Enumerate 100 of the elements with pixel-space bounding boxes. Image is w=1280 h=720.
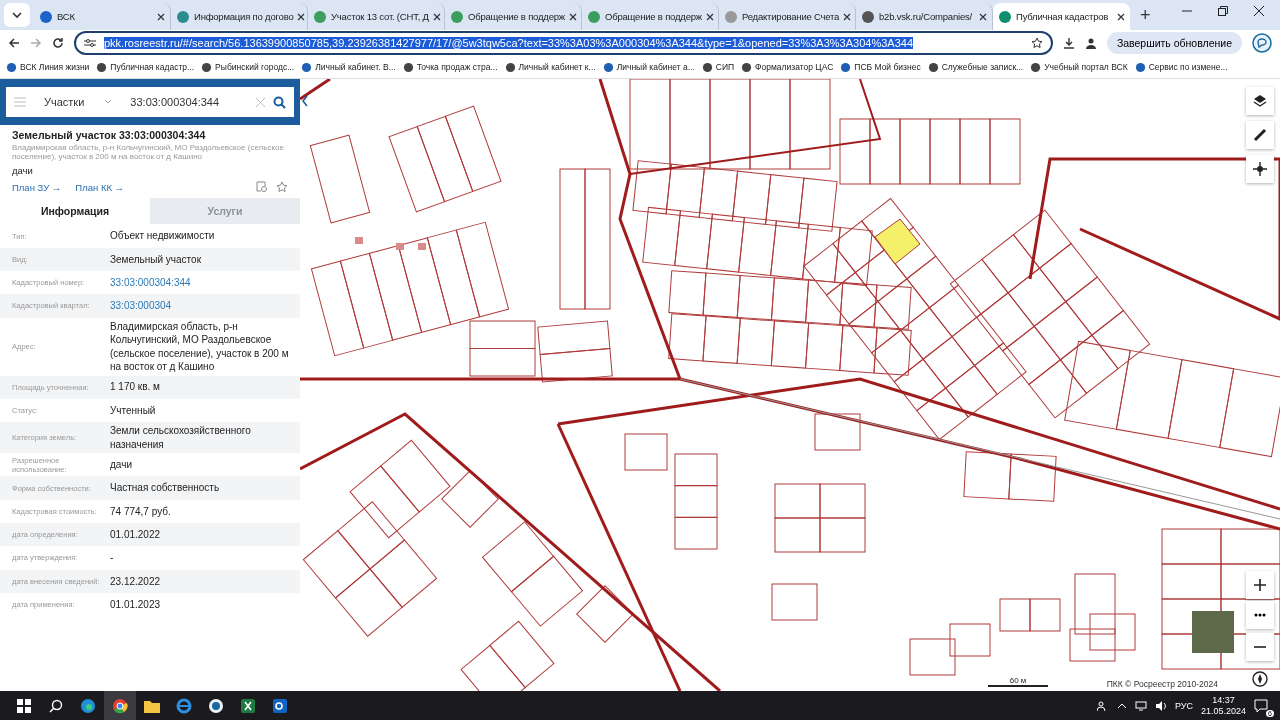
bookmark[interactable]: Точка продаж стра... — [402, 61, 498, 73]
close-icon[interactable] — [432, 12, 441, 21]
chevron-down-icon — [12, 11, 22, 19]
search-field[interactable]: 33:03:000304:344 — [130, 96, 248, 108]
chrome-app-button[interactable] — [104, 691, 136, 720]
parcel-address: Владимирская область, р-н Кольчугинский, МО Раздольевское (сельское поселение), участок в 200 м на восток от д Кашино — [11, 143, 285, 162]
site-icon — [450, 9, 464, 24]
field-value: Частная собственность — [110, 481, 221, 496]
crosshair-icon — [1253, 162, 1267, 176]
close-icon[interactable] — [297, 12, 306, 21]
field-value: Владимирская область, р-н Кольчугинский, МО Раздольевское (сельское поселение), участок в 200 м на восток от д Кашино — [110, 319, 290, 375]
letter-e-icon — [176, 698, 192, 714]
site-icon — [998, 9, 1012, 24]
chat-icon[interactable] — [1252, 33, 1272, 53]
bookmark[interactable]: Личный кабинет к... — [504, 61, 596, 73]
zoom-in-button[interactable] — [1246, 571, 1274, 599]
close-icon[interactable] — [569, 12, 577, 21]
profile-icon[interactable] — [1084, 37, 1097, 49]
field-value: 23.12.2022 — [110, 574, 162, 589]
site-icon — [176, 9, 190, 24]
field-value: 1 170 кв. м — [110, 380, 161, 395]
site-icon — [313, 9, 327, 24]
chevron-up-icon[interactable] — [1116, 703, 1127, 709]
site-icon — [724, 9, 738, 24]
parcel-title: Земельный участок 33:03:000304:344 — [11, 128, 207, 143]
bookmark[interactable]: ВСК Линия жизни — [6, 61, 90, 73]
satellite-thumbnail[interactable] — [1192, 611, 1234, 653]
close-icon[interactable] — [1254, 6, 1264, 16]
field-value: дачи — [110, 458, 133, 473]
parcel-use: дачи — [11, 164, 34, 177]
plan-link[interactable]: План КК → — [75, 181, 125, 193]
circle-app-icon — [208, 698, 224, 714]
field-value: 74 774,7 руб. — [110, 504, 172, 519]
zoom-out-button[interactable] — [1246, 633, 1274, 661]
close-icon[interactable] — [1117, 12, 1125, 21]
layers-icon — [1253, 94, 1267, 108]
spreadsheet-icon — [240, 698, 256, 714]
field-value: Земли сельскохозяйственного назначения — [110, 424, 252, 452]
field-value: 01.01.2023 — [110, 597, 162, 612]
field-value: Земельный участок — [110, 252, 202, 267]
language-indicator[interactable]: РУС — [1174, 701, 1193, 711]
bookmark[interactable]: СИП — [701, 61, 735, 73]
address-field[interactable]: pkk.rosreestr.ru/#/search/56.13639900850785,39.23926381427977/17/@5w3tqw5ca?text=33%3A03%3A000304%3A344&type=1&opened=33%3A3%3A304%3A344 — [74, 31, 1053, 55]
windows-icon — [17, 699, 31, 713]
site-icon — [587, 9, 601, 24]
close-icon[interactable] — [157, 12, 165, 21]
field-link[interactable]: 33:03:000304:344 — [110, 273, 292, 292]
message-icon — [1254, 699, 1268, 713]
layers-button[interactable] — [1246, 87, 1274, 115]
bookmark[interactable]: Служебные записк... — [927, 61, 1024, 73]
close-icon[interactable] — [979, 12, 987, 21]
close-icon[interactable] — [843, 12, 852, 21]
new-tab-button[interactable]: + — [1130, 5, 1161, 30]
site-icon — [861, 9, 875, 24]
plus-icon — [1254, 579, 1266, 591]
search-icon — [49, 699, 63, 713]
field-value: - — [110, 551, 115, 566]
field-value: Учтенный — [110, 403, 157, 418]
field-link[interactable]: 33:03:000304 — [110, 297, 292, 315]
network-icon[interactable] — [1134, 701, 1147, 711]
star-icon[interactable] — [1030, 37, 1043, 49]
collapse-icon[interactable] — [302, 95, 308, 107]
locate-button[interactable] — [1246, 155, 1274, 183]
bookmark[interactable]: Личный кабинет а... — [602, 61, 695, 73]
browser-tab[interactable]: Публичная кадастров — [993, 3, 1130, 30]
caret-icon — [104, 99, 113, 105]
restore-icon[interactable] — [1218, 6, 1228, 16]
people-icon[interactable] — [1096, 700, 1109, 712]
download-icon[interactable] — [1062, 37, 1075, 49]
search-icon[interactable] — [273, 95, 286, 109]
compass-icon — [1252, 671, 1268, 687]
bookmark[interactable]: Рыбинский городс... — [201, 61, 295, 73]
site-icon — [39, 9, 53, 24]
back-icon[interactable] — [8, 37, 20, 49]
tab-search-button[interactable] — [4, 3, 30, 27]
ruler-button[interactable] — [1246, 121, 1274, 149]
close-icon[interactable] — [706, 12, 714, 21]
minus-icon — [1254, 646, 1266, 648]
bookmark[interactable]: Публичная кадастр... — [96, 61, 195, 73]
zoom-to-icon[interactable] — [256, 181, 268, 194]
volume-icon[interactable] — [1154, 701, 1167, 711]
bookmark[interactable]: Учебный портал ВСК — [1030, 61, 1128, 73]
category-dropdown[interactable]: Участки — [34, 96, 123, 108]
mail-icon — [272, 698, 288, 714]
bookmark[interactable]: ПСБ Мой бизнес — [840, 61, 921, 73]
ruler-icon — [1253, 128, 1267, 142]
folder-icon — [144, 699, 160, 713]
more-icon — [1254, 613, 1266, 617]
bookmark[interactable]: Сервис по измене... — [1134, 61, 1228, 73]
update-button[interactable]: Завершить обновление — [1106, 32, 1242, 54]
clock[interactable]: 14:37 21.05.2024 — [1200, 695, 1246, 717]
site-settings-icon — [84, 38, 96, 48]
field-value: 01.01.2022 — [110, 527, 162, 542]
plan-link[interactable]: План ЗУ → — [12, 181, 62, 193]
star-icon[interactable] — [276, 181, 288, 194]
field-value: Объект недвижимости — [110, 229, 216, 244]
map-scale: 60 м — [988, 676, 1048, 687]
bookmark[interactable]: Формализатор ЦАС — [741, 61, 834, 73]
reload-icon[interactable] — [52, 37, 64, 49]
bookmark[interactable]: Личный кабинет. В... — [301, 61, 396, 73]
